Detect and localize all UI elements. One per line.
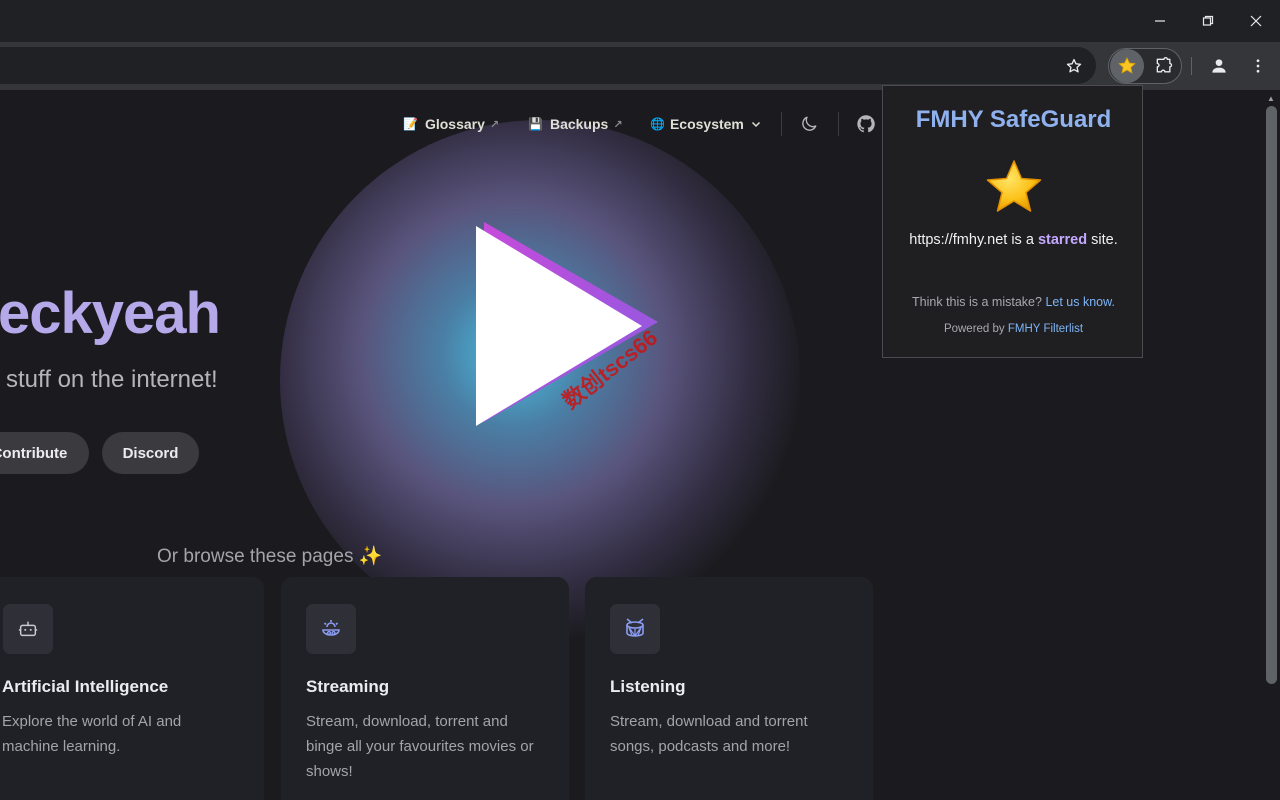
star-icon xyxy=(1118,57,1136,74)
extensions-puzzle-icon[interactable] xyxy=(1152,54,1176,78)
nav-glossary-link[interactable]: 📝 Glossary ↗ xyxy=(403,114,499,134)
restore-icon xyxy=(1202,15,1214,26)
dark-mode-moon-icon[interactable] xyxy=(799,114,819,134)
external-link-icon: ↗ xyxy=(613,118,623,131)
contribute-button[interactable]: Contribute xyxy=(0,432,89,474)
nav-backups-link[interactable]: 💾 Backups ↗ xyxy=(528,114,623,134)
restore-button[interactable] xyxy=(1184,0,1232,42)
github-icon[interactable] xyxy=(855,113,877,135)
starred-star-icon xyxy=(986,160,1042,212)
hero-tagline: stuff on the internet! xyxy=(6,366,218,393)
title-bar xyxy=(0,0,1280,42)
glossary-emoji: 📝 xyxy=(403,117,418,131)
card-title: Artificial Intelligence xyxy=(2,677,169,696)
nav-backups-label: Backups xyxy=(549,116,609,132)
powered-prefix: Powered by xyxy=(943,323,1005,335)
fmhy-filterlist-link[interactable]: FMHY Filterlist xyxy=(1008,323,1083,335)
status-starred: starred xyxy=(1037,232,1088,248)
nav-divider xyxy=(781,112,782,136)
fmhy-safeguard-popup: FMHY SafeGuard https://fmhy.net is a sta… xyxy=(882,85,1143,358)
popup-powered-by: Powered by FMHY Filterlist xyxy=(883,323,1144,335)
close-icon xyxy=(1250,15,1262,27)
address-bar[interactable] xyxy=(0,47,1096,84)
scroll-thumb[interactable] xyxy=(1266,106,1277,684)
card-description: Explore the world of AI and machine lear… xyxy=(2,713,182,755)
external-link-icon: ↗ xyxy=(489,118,500,131)
card-artificial-intelligence[interactable]: Artificial Intelligence Explore the worl… xyxy=(0,577,264,800)
minimize-button[interactable] xyxy=(1136,0,1184,42)
nav-divider xyxy=(838,112,839,136)
mistake-text: Think this is a mistake? xyxy=(912,295,1042,309)
mistake-period: . xyxy=(1111,295,1115,309)
discord-button[interactable]: Discord xyxy=(102,432,199,474)
scroll-up-arrow-icon[interactable]: ▲ xyxy=(1267,94,1275,103)
card-title: Listening xyxy=(610,677,686,696)
popup-title: FMHY SafeGuard xyxy=(915,106,1112,133)
card-title: Streaming xyxy=(306,677,390,696)
backups-emoji: 💾 xyxy=(528,117,543,131)
hero-site-name: eckyeah xyxy=(0,281,221,346)
popup-mistake: Think this is a mistake? Let us know. xyxy=(883,295,1144,309)
status-prefix: https://fmhy.net is a xyxy=(909,232,1034,248)
card-streaming[interactable]: Streaming Stream, download, torrent and … xyxy=(281,577,569,800)
ecosystem-emoji: 🌐 xyxy=(650,117,665,131)
chevron-down-icon xyxy=(751,121,760,128)
profile-icon[interactable] xyxy=(1207,54,1231,78)
card-description: Stream, download, torrent and binge all … xyxy=(306,713,534,780)
fmhy-safeguard-extension-button[interactable] xyxy=(1110,49,1144,83)
popup-status: https://fmhy.net is a starred site. xyxy=(903,231,1124,250)
card-description: Stream, download and torrent songs, podc… xyxy=(610,713,808,755)
nav-glossary-label: Glossary xyxy=(424,116,485,132)
streaming-icon xyxy=(306,604,356,654)
menu-kebab-icon[interactable] xyxy=(1246,54,1270,78)
browse-heading: Or browse these pages ✨ xyxy=(157,546,383,567)
bookmark-star-icon[interactable] xyxy=(1062,54,1086,78)
let-us-know-link[interactable]: Let us know xyxy=(1045,295,1111,309)
toolbar-separator xyxy=(1191,57,1192,75)
close-button[interactable] xyxy=(1232,0,1280,42)
nav-ecosystem-label: Ecosystem xyxy=(669,116,744,132)
card-listening[interactable]: Listening Stream, download and torrent s… xyxy=(585,577,873,800)
drum-icon xyxy=(610,604,660,654)
nav-ecosystem-dropdown[interactable]: 🌐 Ecosystem xyxy=(650,114,762,134)
minimize-icon xyxy=(1155,20,1165,22)
status-suffix: site. xyxy=(1091,232,1118,248)
robot-icon xyxy=(3,604,53,654)
